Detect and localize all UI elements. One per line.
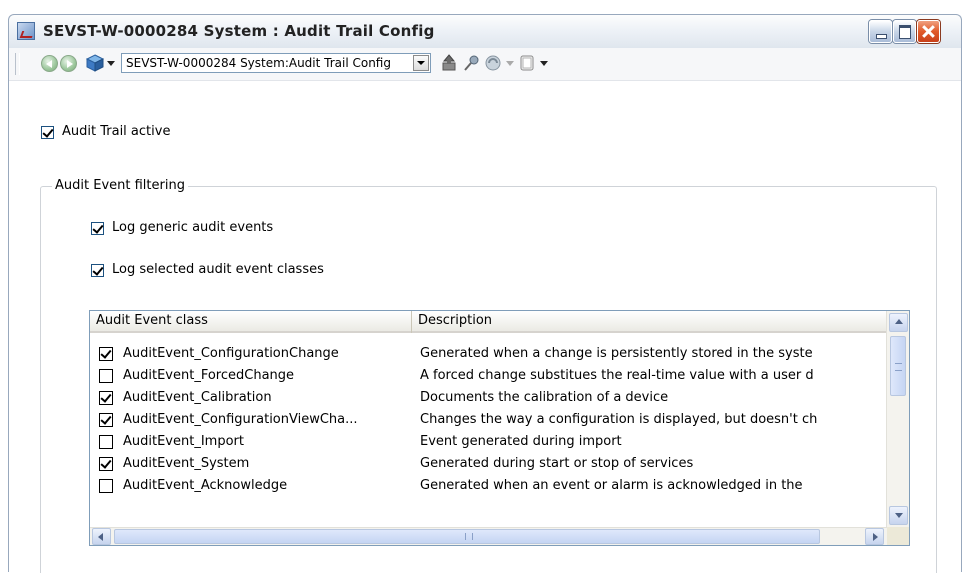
- filter-dropdown-caret[interactable]: [506, 61, 514, 66]
- row-checkbox[interactable]: [99, 369, 113, 383]
- row-description: Generated when a change is persistently …: [420, 346, 813, 361]
- audit-event-list[interactable]: Audit Event class Description AuditEvent…: [89, 310, 910, 546]
- row-description: A forced change substitues the real-time…: [420, 368, 814, 383]
- scrollbar-corner: [887, 527, 909, 545]
- toolbar-grip[interactable]: [15, 53, 20, 75]
- log-generic-events-label: Log generic audit events: [112, 220, 274, 235]
- row-event-class: AuditEvent_Acknowledge: [123, 478, 288, 493]
- filter-icon[interactable]: [483, 53, 503, 73]
- column-header-description[interactable]: Description: [412, 311, 887, 333]
- minimize-button[interactable]: [869, 20, 892, 43]
- horizontal-scroll-thumb[interactable]: [114, 529, 820, 544]
- log-selected-classes-label: Log selected audit event classes: [112, 262, 324, 277]
- column-header-class[interactable]: Audit Event class: [90, 311, 412, 333]
- vertical-scrollbar[interactable]: [886, 311, 909, 527]
- row-event-class: AuditEvent_System: [123, 456, 250, 471]
- window-title: SEVST-W-0000284 System : Audit Trail Con…: [43, 22, 435, 40]
- view-dropdown-caret[interactable]: [540, 61, 548, 66]
- log-selected-classes-checkbox[interactable]: [91, 264, 104, 277]
- audit-trail-active-checkbox[interactable]: [41, 126, 54, 139]
- row-description: Event generated during import: [420, 434, 622, 449]
- row-description: Documents the calibration of a device: [420, 390, 669, 405]
- row-checkbox[interactable]: [99, 347, 113, 361]
- row-event-class: AuditEvent_ConfigurationChange: [123, 346, 339, 361]
- app-icon: [17, 22, 35, 40]
- audit-trail-active-label: Audit Trail active: [62, 124, 171, 139]
- row-description: Changes the way a configuration is displ…: [420, 412, 818, 427]
- import-icon[interactable]: [439, 53, 459, 73]
- list-item[interactable]: AuditEvent_Acknowledge Generated when an…: [90, 475, 890, 497]
- object-cube-icon[interactable]: [85, 53, 105, 73]
- list-header: Audit Event class Description: [90, 311, 887, 333]
- address-combobox[interactable]: SEVST-W-0000284 System:Audit Trail Confi…: [121, 53, 431, 73]
- row-event-class: AuditEvent_ForcedChange: [123, 368, 295, 383]
- forward-icon[interactable]: [60, 55, 77, 72]
- pin-icon[interactable]: [461, 53, 481, 73]
- horizontal-scrollbar[interactable]: [90, 527, 887, 545]
- list-item[interactable]: AuditEvent_ConfigurationViewCha... Chang…: [90, 409, 890, 431]
- row-event-class: AuditEvent_Calibration: [123, 390, 272, 405]
- scroll-left-button[interactable]: [92, 528, 111, 545]
- audit-event-filtering-title: Audit Event filtering: [52, 178, 188, 193]
- scroll-right-button[interactable]: [865, 528, 884, 545]
- row-event-class: AuditEvent_Import: [123, 434, 244, 449]
- address-dropdown-button[interactable]: [413, 55, 429, 71]
- toolbar: SEVST-W-0000284 System:Audit Trail Confi…: [9, 48, 961, 81]
- row-checkbox[interactable]: [99, 413, 113, 427]
- row-checkbox[interactable]: [99, 457, 113, 471]
- window-title-bar[interactable]: SEVST-W-0000284 System : Audit Trail Con…: [8, 14, 962, 48]
- address-value: SEVST-W-0000284 System:Audit Trail Confi…: [126, 56, 391, 70]
- row-checkbox[interactable]: [99, 435, 113, 449]
- scroll-up-button[interactable]: [889, 313, 908, 332]
- view-icon[interactable]: [517, 53, 537, 73]
- cube-dropdown-caret[interactable]: [107, 61, 115, 66]
- list-item[interactable]: AuditEvent_ForcedChange A forced change …: [90, 365, 890, 387]
- list-item[interactable]: AuditEvent_Calibration Documents the cal…: [90, 387, 890, 409]
- row-checkbox[interactable]: [99, 479, 113, 493]
- list-item[interactable]: AuditEvent_ConfigurationChange Generated…: [90, 343, 890, 365]
- maximize-button[interactable]: [893, 20, 916, 43]
- log-generic-events-checkbox[interactable]: [91, 222, 104, 235]
- list-item[interactable]: AuditEvent_System Generated during start…: [90, 453, 890, 475]
- list-item[interactable]: AuditEvent_Import Event generated during…: [90, 431, 890, 453]
- row-checkbox[interactable]: [99, 391, 113, 405]
- row-event-class: AuditEvent_ConfigurationViewCha...: [123, 412, 358, 427]
- row-description: Generated during start or stop of servic…: [420, 456, 694, 471]
- back-icon[interactable]: [41, 55, 58, 72]
- scroll-down-button[interactable]: [889, 506, 908, 525]
- row-description: Generated when an event or alarm is ackn…: [420, 478, 803, 493]
- vertical-scroll-thumb[interactable]: [890, 336, 906, 396]
- close-button[interactable]: [917, 20, 940, 43]
